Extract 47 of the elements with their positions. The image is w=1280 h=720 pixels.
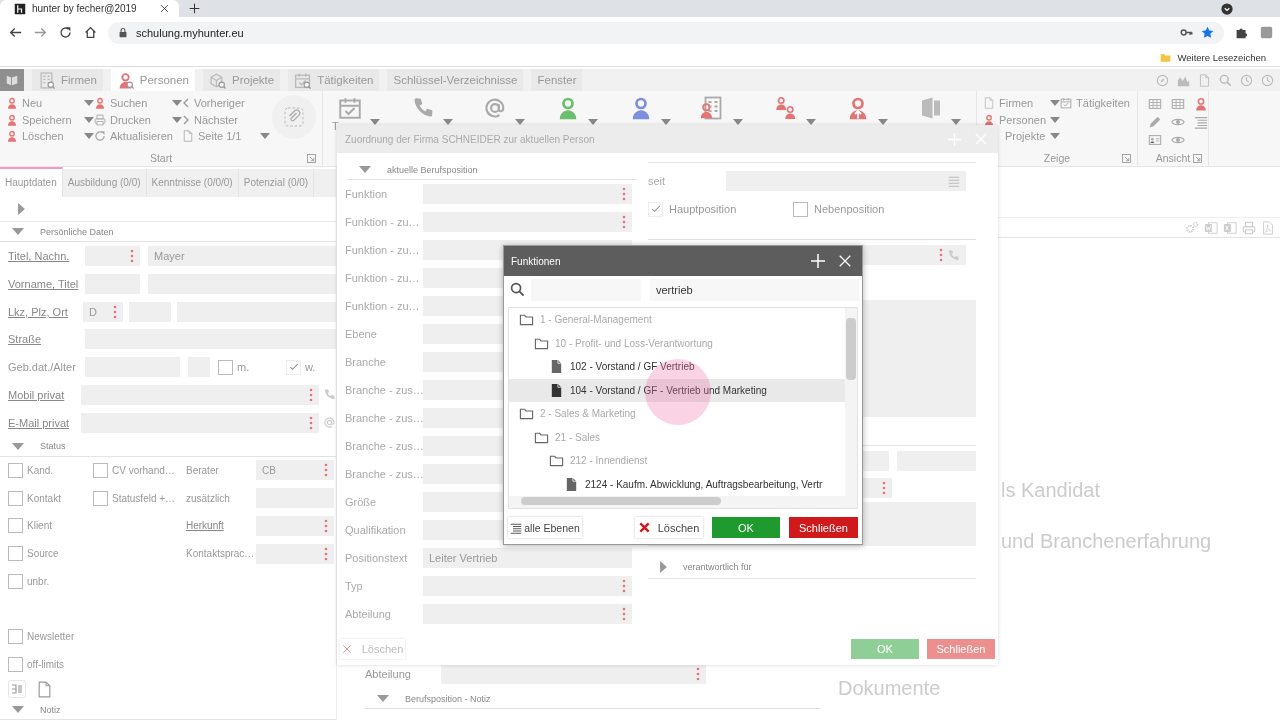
checkbox-label: Newsletter xyxy=(27,631,75,643)
field-label: Funktion - zu… xyxy=(345,272,421,284)
field-label: Funktion xyxy=(345,188,389,200)
button-label: T xyxy=(332,120,339,133)
section-title: verantwortlich für xyxy=(683,562,752,572)
checkbox-label: Nebenposition xyxy=(814,203,885,215)
dialog-title: Funktionen xyxy=(511,255,561,267)
field-label: Funktion - zu… xyxy=(345,244,421,256)
field-label: Branche - zus… xyxy=(345,412,423,424)
field-label: Branche - zus… xyxy=(345,440,423,452)
field-label: Funktion - zu… xyxy=(345,300,421,312)
field-label: Geb.dat./Alter xyxy=(8,361,77,374)
field-label: Qualifikation xyxy=(345,524,407,536)
field-label: Abteilung xyxy=(345,608,392,620)
field-label: Ebene xyxy=(345,328,378,340)
checkbox-label: CV vorhand… xyxy=(112,464,175,476)
checkbox-label: Kand. xyxy=(27,464,54,476)
section-title: Status xyxy=(40,441,66,451)
section-title: aktuelle Berufsposition xyxy=(387,164,478,175)
checkbox-label: Hauptposition xyxy=(669,203,737,215)
group-label: Start xyxy=(149,152,173,164)
dialog-title: Zuordnung der Firma SCHNEIDER zur aktuellen Person xyxy=(345,133,595,145)
group-label: Ansicht xyxy=(1155,152,1191,164)
checkbox-label: Klient xyxy=(27,520,52,532)
checkbox-label: Statusfeld +… xyxy=(112,492,176,504)
group-label: Zeige xyxy=(1043,152,1071,164)
field-label: Kontaktsprac… xyxy=(186,548,256,559)
field-label: Funktion - zu… xyxy=(345,216,421,228)
checkbox-label: Kontakt xyxy=(27,492,61,504)
field-label: seit xyxy=(648,175,667,187)
field-label: Größe xyxy=(345,496,378,508)
checkbox-label: unbr. xyxy=(27,575,50,587)
section-title: Berufsposition - Notiz xyxy=(405,693,491,704)
field-label: Abteilung xyxy=(365,668,412,680)
field-label: Positionstext xyxy=(345,552,409,564)
field-label: Branche - zus… xyxy=(345,384,423,396)
checkbox-label: off-limits xyxy=(27,658,65,670)
section-title: Notiz xyxy=(40,704,61,715)
field-label: Typ xyxy=(345,580,364,592)
field-label: Branche xyxy=(345,356,387,368)
checkbox-label: Source xyxy=(27,548,59,559)
section-title: Persönliche Daten xyxy=(40,226,114,237)
field-label: zusätzlich xyxy=(186,492,231,504)
checkbox-label: w. xyxy=(305,361,316,374)
field-label: Branche - zus… xyxy=(345,468,423,480)
field-label: Berater xyxy=(186,464,220,476)
checkbox-label: m. xyxy=(237,361,250,374)
